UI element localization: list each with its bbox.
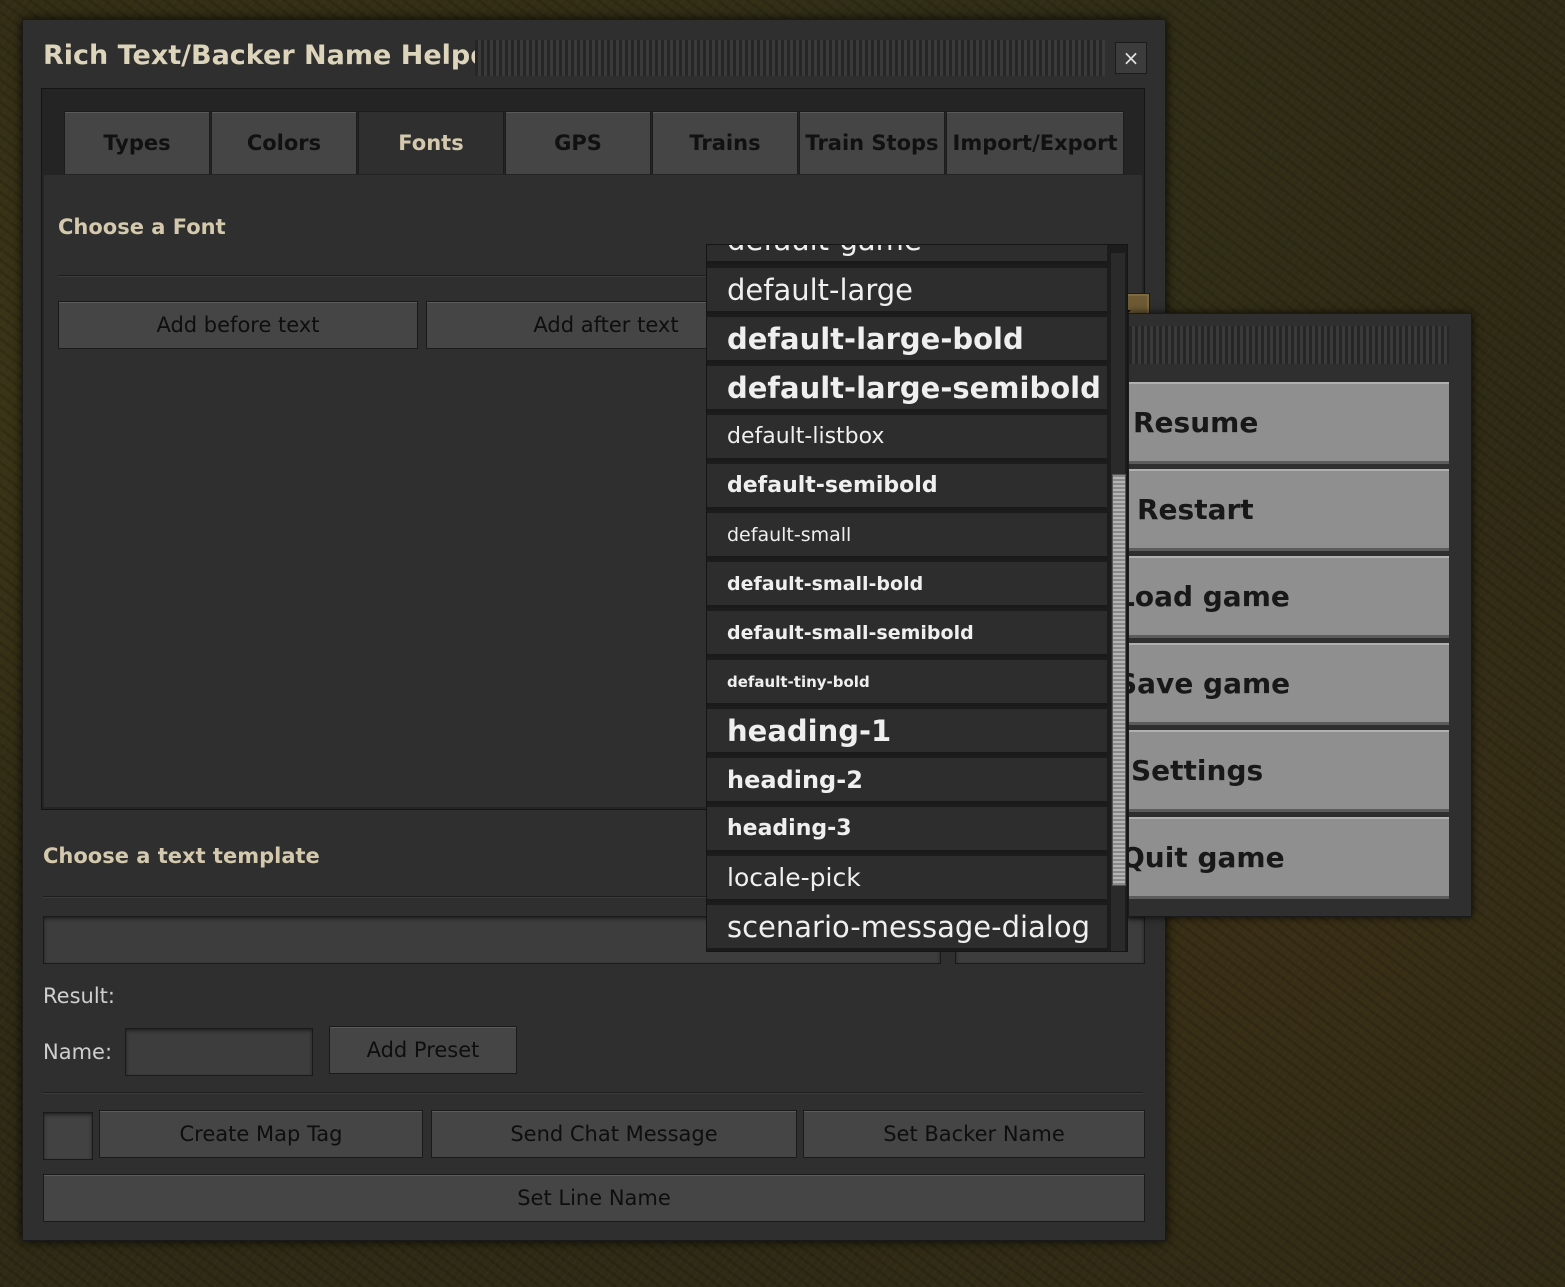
font-option-default-semibold[interactable]: default-semibold — [707, 464, 1107, 510]
tab-train-stops[interactable]: Train Stops — [799, 111, 945, 174]
preset-name-label: Name: — [43, 1040, 113, 1064]
load-game-button[interactable]: Load game — [1129, 556, 1449, 638]
tab-gps[interactable]: GPS — [505, 111, 651, 174]
choose-font-label: Choose a Font — [58, 215, 226, 239]
tab-fonts[interactable]: Fonts — [358, 111, 504, 174]
settings-button[interactable]: Settings — [1129, 730, 1449, 812]
icon-slot[interactable] — [43, 1112, 93, 1160]
title-drag-handle[interactable] — [475, 40, 1105, 76]
divider — [58, 275, 718, 277]
resume-button[interactable]: Resume — [1129, 382, 1449, 464]
quit-game-button[interactable]: Quit game — [1129, 817, 1449, 899]
save-game-button[interactable]: Save game — [1129, 643, 1449, 725]
font-option-default-listbox[interactable]: default-listbox — [707, 415, 1107, 461]
result-label: Result: — [43, 984, 115, 1008]
add-preset-button[interactable]: Add Preset — [329, 1026, 517, 1074]
restart-button[interactable]: Restart — [1129, 469, 1449, 551]
font-option-default-small-bold[interactable]: default-small-bold — [707, 562, 1107, 608]
font-dropdown-list: default-game default-large default-large… — [706, 244, 1128, 952]
tab-colors[interactable]: Colors — [211, 111, 357, 174]
preset-name-input[interactable] — [125, 1028, 313, 1076]
font-option-scenario-message-dialog[interactable]: scenario-message-dialog — [707, 905, 1107, 951]
font-option-heading-2[interactable]: heading-2 — [707, 758, 1107, 804]
add-before-text-button[interactable]: Add before text — [58, 301, 418, 349]
font-option-default-small-semibold[interactable]: default-small-semibold — [707, 611, 1107, 657]
font-option-locale-pick[interactable]: locale-pick — [707, 856, 1107, 902]
font-option-default-small[interactable]: default-small — [707, 513, 1107, 559]
choose-template-label: Choose a text template — [43, 844, 320, 868]
tab-import-export[interactable]: Import/Export — [946, 111, 1124, 174]
font-option-default-game[interactable]: default-game — [707, 245, 1107, 264]
tab-types[interactable]: Types — [64, 111, 210, 174]
font-option-default-large-semibold[interactable]: default-large-semibold — [707, 366, 1107, 412]
list-scrollbar-thumb[interactable] — [1112, 474, 1126, 886]
game-menu: Resume Restart Load game Save game Setti… — [1128, 313, 1472, 917]
set-line-name-button[interactable]: Set Line Name — [43, 1174, 1145, 1222]
font-option-heading-1[interactable]: heading-1 — [707, 709, 1107, 755]
divider — [43, 1092, 1143, 1094]
font-option-heading-3[interactable]: heading-3 — [707, 807, 1107, 853]
send-chat-message-button[interactable]: Send Chat Message — [431, 1110, 797, 1158]
set-backer-name-button[interactable]: Set Backer Name — [803, 1110, 1145, 1158]
font-option-default-tiny-bold[interactable]: default-tiny-bold — [707, 660, 1107, 706]
window-title: Rich Text/Backer Name Helper — [43, 40, 502, 71]
close-icon[interactable]: × — [1115, 42, 1147, 74]
menu-drag-handle[interactable] — [1129, 326, 1449, 364]
font-option-default-large[interactable]: default-large — [707, 268, 1107, 314]
font-option-default-large-bold[interactable]: default-large-bold — [707, 317, 1107, 363]
tab-trains[interactable]: Trains — [652, 111, 798, 174]
create-map-tag-button[interactable]: Create Map Tag — [99, 1110, 423, 1158]
